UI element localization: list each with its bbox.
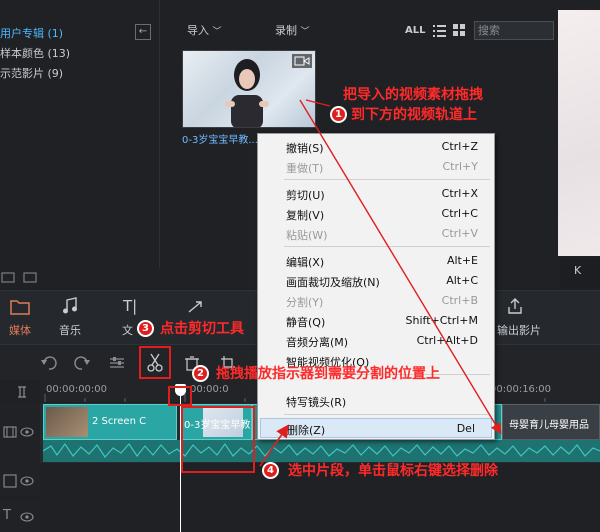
step-1-marker: 1 (330, 106, 347, 123)
step-4-text: 选中片段，单击鼠标右键选择删除 (288, 463, 498, 479)
step-2-marker: 2 (192, 365, 209, 382)
step-3-text: 点击剪切工具 (160, 321, 244, 337)
step-4-marker: 4 (262, 462, 279, 479)
step-3-marker: 3 (137, 320, 154, 337)
step-2-text: 拖拽播放指示器到需要分割的位置上 (216, 366, 440, 382)
annotation-arrows (259, 99, 502, 467)
step-1-text-line1: 把导入的视频素材拖拽 (343, 87, 483, 103)
step-1-text-line2: 到下方的视频轨道上 (351, 107, 477, 123)
